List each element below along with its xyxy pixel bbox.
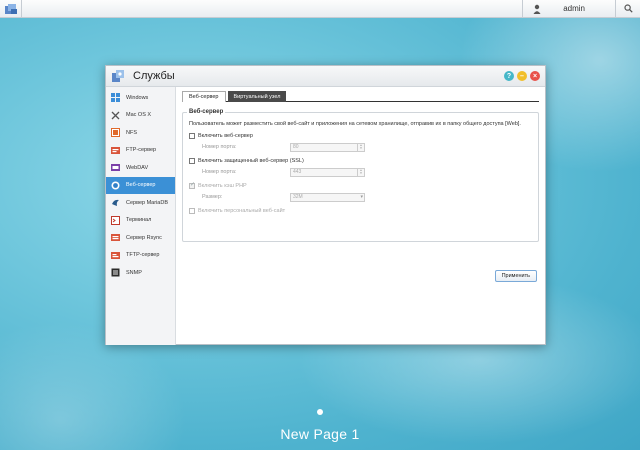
port-label: Номер порта:: [202, 144, 237, 150]
search-icon[interactable]: [616, 0, 640, 18]
main-menu-button[interactable]: [0, 0, 22, 18]
tab-bar: Веб-сервер Виртуальный узел: [182, 91, 539, 102]
mac-icon: [111, 111, 120, 120]
sidebar-item-label: Windows: [126, 94, 149, 101]
tab-virtual-host[interactable]: Виртуальный узел: [227, 91, 287, 102]
sidebar-item-terminal[interactable]: Терминал: [106, 212, 175, 230]
size-label: Размер:: [202, 194, 223, 200]
close-icon: ×: [532, 72, 538, 80]
enable-ssl-row[interactable]: Включить защищенный веб-сервер (SSL): [189, 157, 532, 164]
spin-down-icon: ▼: [359, 171, 363, 175]
sidebar-item-web-server[interactable]: Веб-сервер: [106, 176, 175, 194]
window-titlebar[interactable]: Службы ? – ×: [106, 66, 545, 87]
ssl-port-label: Номер порта:: [202, 169, 237, 175]
php-cache-row: Включить кэш PHP: [189, 181, 532, 189]
personal-site-checkbox[interactable]: [189, 207, 195, 214]
enable-web-row[interactable]: Включить веб-сервер: [189, 132, 532, 139]
tab-web-server[interactable]: Веб-сервер: [182, 91, 226, 102]
sidebar-item-label: WebDAV: [126, 164, 149, 171]
sidebar-item-ftp[interactable]: FTP-сервер: [106, 142, 175, 160]
help-button[interactable]: ?: [504, 71, 514, 81]
sidebar-item-label: Терминал: [126, 217, 152, 224]
sidebar-item-label: SNMP: [126, 269, 142, 276]
minimize-button[interactable]: –: [517, 71, 527, 81]
services-window: Службы ? – × Windows Mac OS X NFS FTP-се…: [105, 65, 546, 345]
enable-web-label: Включить веб-сервер: [198, 132, 253, 139]
php-cache-label: Включить кэш PHP: [198, 182, 247, 189]
enable-ssl-checkbox[interactable]: [189, 157, 195, 164]
personal-site-row: Включить персональный веб-сайт: [189, 207, 532, 214]
minimize-icon: –: [520, 72, 524, 80]
sidebar-item-windows[interactable]: Windows: [106, 89, 175, 107]
sidebar-item-label: Сервер Rsync: [126, 234, 162, 241]
sidebar-item-mac-os-x[interactable]: Mac OS X: [106, 107, 175, 125]
desktop-page-label: New Page 1: [280, 426, 360, 442]
window-title: Службы: [133, 70, 175, 82]
sidebar-item-webdav[interactable]: WebDAV: [106, 159, 175, 177]
windows-icon: [111, 93, 120, 103]
sidebar-item-snmp[interactable]: SNMP: [106, 264, 175, 282]
sidebar-item-nfs[interactable]: NFS: [106, 124, 175, 142]
personal-site-label: Включить персональный веб-сайт: [198, 207, 286, 214]
description-text: Пользователь может разместить свой веб-с…: [189, 121, 521, 127]
sidebar-item-label: Веб-сервер: [126, 182, 156, 189]
close-button[interactable]: ×: [530, 71, 540, 81]
user-name[interactable]: admin: [563, 4, 585, 13]
sidebar-item-tftp[interactable]: TFTP-сервер: [106, 247, 175, 265]
main-menu-icon: [4, 3, 17, 14]
port-spinner[interactable]: ▲ ▼: [357, 143, 364, 151]
apply-button[interactable]: Применить: [494, 270, 537, 282]
mariadb-icon: [112, 200, 119, 207]
sidebar-item-label: FTP-сервер: [126, 147, 157, 154]
sidebar-item-label: Mac OS X: [126, 112, 152, 119]
enable-web-checkbox[interactable]: [189, 132, 195, 139]
sidebar-item-rsync[interactable]: Сервер Rsync: [106, 229, 175, 247]
sidebar-item-label: Сервер MariaDB: [126, 199, 168, 206]
services-sidebar: Windows Mac OS X NFS FTP-сервер WebDAV В…: [106, 87, 176, 345]
sidebar-item-label: NFS: [126, 129, 137, 136]
enable-ssl-label: Включить защищенный веб-сервер (SSL): [198, 157, 304, 164]
chevron-down-icon: ▾: [360, 193, 363, 200]
user-icon[interactable]: [529, 0, 545, 18]
sidebar-item-mariadb[interactable]: Сервер MariaDB: [106, 194, 175, 212]
ftp-icon: [111, 146, 120, 154]
rsync-icon: [111, 234, 120, 242]
snmp-icon: [111, 268, 120, 277]
web-server-panel: Веб-сервер Виртуальный узел Веб-сервер П…: [176, 87, 545, 345]
tftp-icon: [111, 251, 120, 259]
web-server-icon: [111, 181, 120, 190]
page-indicator-dot[interactable]: [317, 409, 323, 415]
port-input[interactable]: 80 ▲ ▼: [290, 142, 365, 152]
terminal-icon: [111, 215, 120, 225]
user-area: admin: [522, 0, 640, 18]
help-icon: ?: [506, 72, 512, 80]
cache-size-select[interactable]: 32M ▾: [290, 192, 365, 202]
php-cache-checkbox[interactable]: [189, 181, 195, 189]
webdav-icon: [111, 164, 120, 172]
taskbar: admin: [0, 0, 640, 18]
services-app-icon: [112, 70, 124, 82]
ssl-port-spinner[interactable]: ▲ ▼: [357, 168, 364, 176]
nfs-icon: [111, 128, 120, 138]
web-server-group: Веб-сервер Пользователь может разместить…: [182, 109, 539, 242]
spin-down-icon: ▼: [359, 146, 363, 150]
ssl-port-input[interactable]: 443 ▲ ▼: [290, 167, 365, 177]
sidebar-item-label: TFTP-сервер: [126, 252, 160, 259]
group-legend: Веб-сервер: [187, 109, 226, 115]
